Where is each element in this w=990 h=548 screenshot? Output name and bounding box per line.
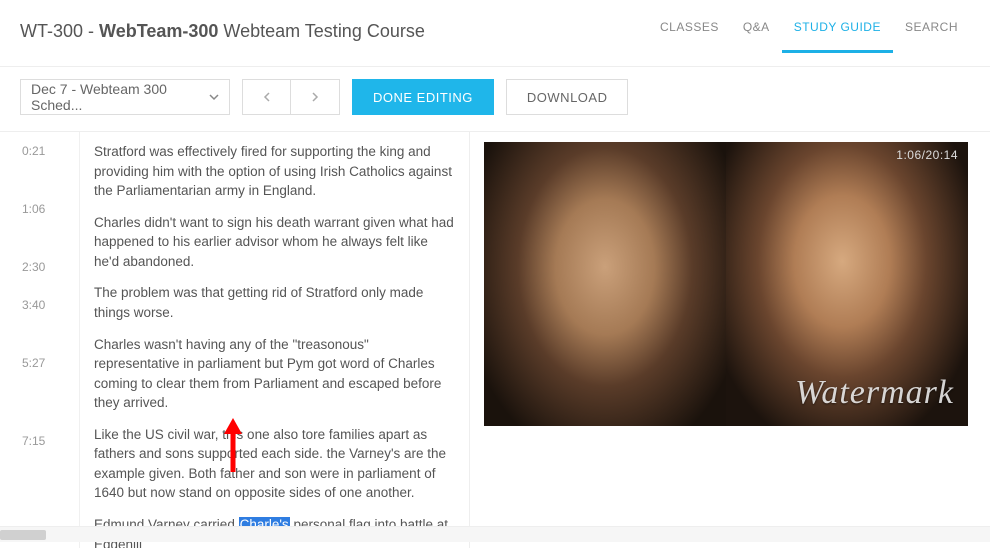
portrait-left (484, 142, 726, 426)
chevron-right-icon (310, 89, 320, 105)
course-short: WebTeam-300 (99, 21, 218, 41)
schedule-select-label: Dec 7 - Webteam 300 Sched... (31, 81, 209, 113)
note-text[interactable]: The problem was that getting rid of Stra… (94, 279, 455, 330)
chevron-left-icon (262, 89, 272, 105)
timestamp[interactable]: 7:15 (0, 428, 79, 448)
timestamp-column: 0:21 1:06 2:30 3:40 5:27 7:15 (0, 132, 80, 548)
notes-panel: 0:21 1:06 2:30 3:40 5:27 7:15 Stratford … (0, 132, 470, 548)
watermark-text: Watermark (795, 374, 954, 412)
note-text[interactable]: Charles wasn't having any of the "treaso… (94, 331, 455, 421)
horizontal-scrollbar[interactable] (0, 526, 990, 542)
toolbar: Dec 7 - Webteam 300 Sched... DONE EDITIN… (0, 67, 990, 132)
schedule-select[interactable]: Dec 7 - Webteam 300 Sched... (20, 79, 230, 115)
notes-column: Stratford was effectively fired for supp… (80, 132, 469, 548)
tab-qa[interactable]: Q&A (731, 10, 782, 52)
tab-study-guide[interactable]: STUDY GUIDE (782, 10, 893, 52)
timestamp[interactable]: 1:06 (0, 196, 79, 254)
video-panel: 1:06/20:14 Watermark (470, 132, 990, 548)
video-player[interactable]: 1:06/20:14 Watermark (484, 142, 968, 426)
timestamp[interactable]: 3:40 (0, 292, 79, 350)
timestamp[interactable]: 2:30 (0, 254, 79, 292)
done-editing-button[interactable]: DONE EDITING (352, 79, 494, 115)
nav-tabs: CLASSES Q&A STUDY GUIDE SEARCH (648, 10, 970, 52)
course-code: WT-300 (20, 21, 83, 41)
download-button[interactable]: DOWNLOAD (506, 79, 629, 115)
next-button[interactable] (291, 80, 339, 114)
tab-classes[interactable]: CLASSES (648, 10, 731, 52)
note-text[interactable]: Stratford was effectively fired for supp… (94, 138, 455, 209)
page-title: WT-300 - WebTeam-300 Webteam Testing Cou… (20, 21, 425, 42)
scrollbar-thumb[interactable] (0, 530, 46, 540)
main-area: 0:21 1:06 2:30 3:40 5:27 7:15 Stratford … (0, 132, 990, 548)
top-bar: WT-300 - WebTeam-300 Webteam Testing Cou… (0, 0, 990, 67)
timestamp[interactable]: 5:27 (0, 350, 79, 428)
prev-button[interactable] (243, 80, 291, 114)
chevron-down-icon (209, 89, 219, 105)
pager (242, 79, 340, 115)
tab-search[interactable]: SEARCH (893, 10, 970, 52)
course-title: Webteam Testing Course (218, 21, 424, 41)
timestamp[interactable]: 0:21 (0, 138, 79, 196)
note-text[interactable]: Like the US civil war, this one also tor… (94, 421, 455, 511)
note-text[interactable]: Charles didn't want to sign his death wa… (94, 209, 455, 280)
video-time-display: 1:06/20:14 (896, 148, 958, 162)
